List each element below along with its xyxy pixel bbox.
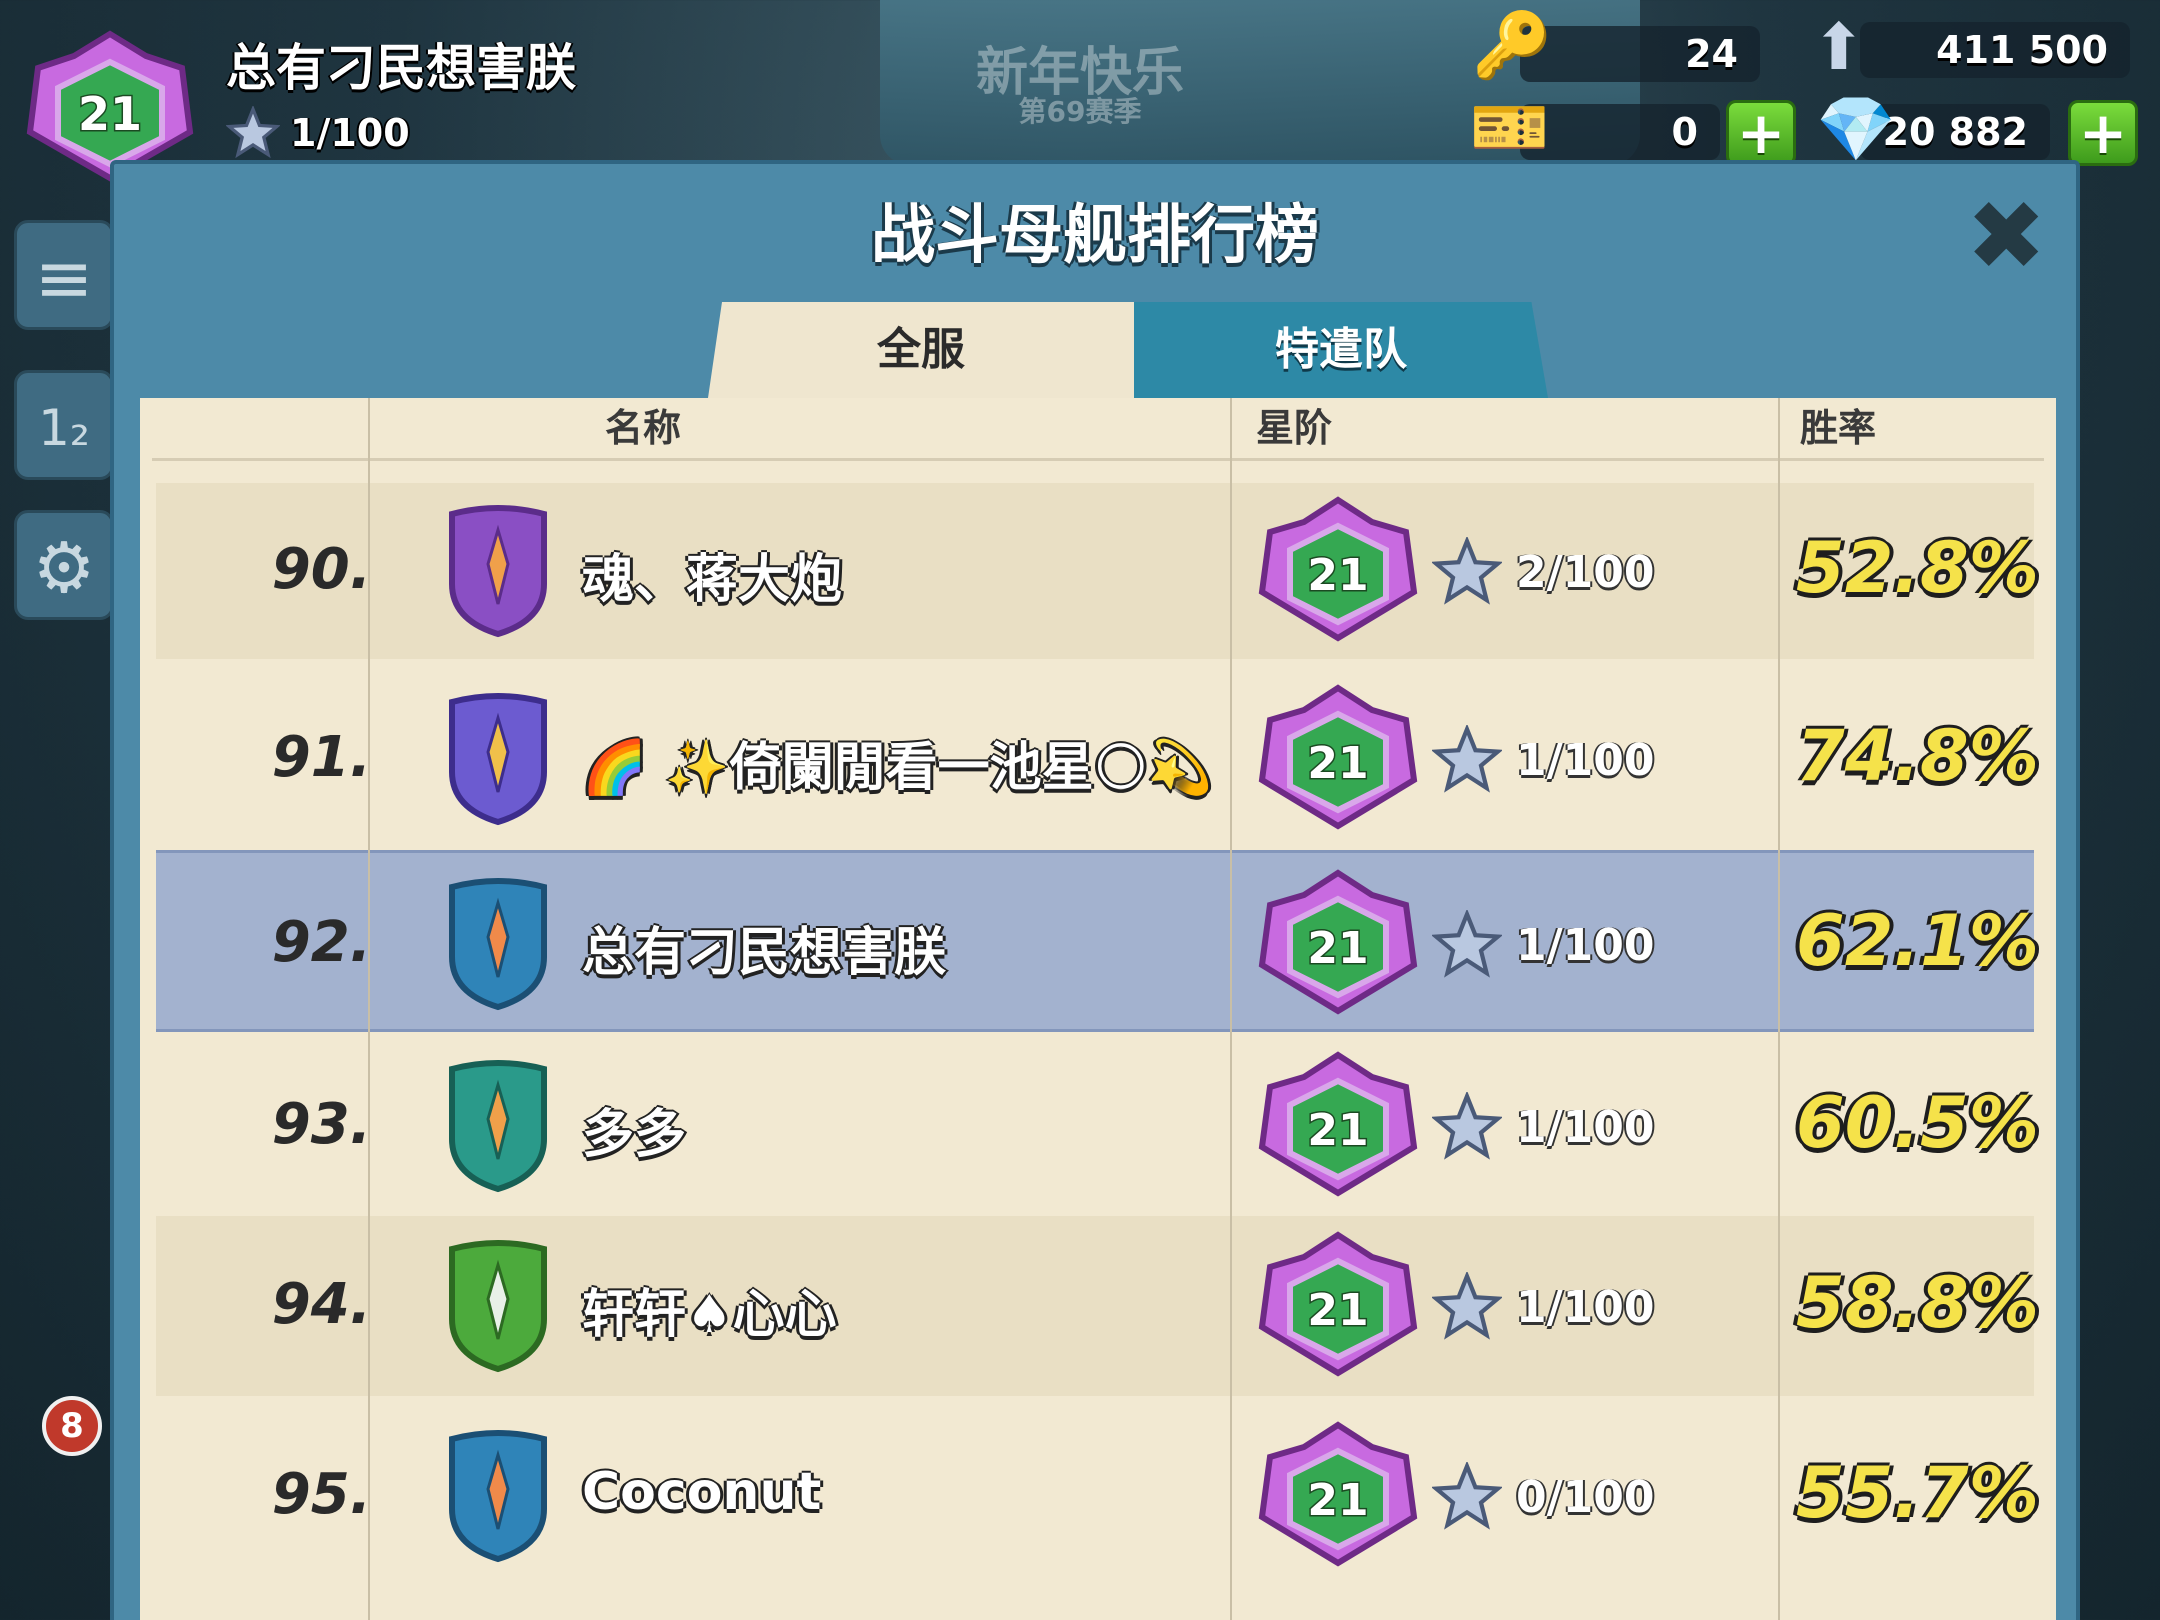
column-divider <box>368 398 370 1620</box>
star-progress: 1/100 <box>1432 1092 1655 1162</box>
star-progress: 1/100 <box>1432 1272 1655 1342</box>
column-header-tier: 星阶 <box>1256 406 1333 450</box>
sword-shield-icon <box>449 1430 547 1563</box>
star-icon <box>1432 1092 1502 1160</box>
fist-lightning-shield-icon <box>449 693 547 826</box>
star-progress-text: 0/100 <box>1516 1471 1655 1523</box>
ticket-icon: 🎫 <box>1470 91 1550 165</box>
level-text: 21 <box>1307 1285 1368 1336</box>
sword-shield-icon <box>449 878 547 1011</box>
column-header-name: 名称 <box>605 406 682 450</box>
star-icon <box>1432 725 1502 793</box>
table-row[interactable]: 90. 魂、蒋大炮 21 2/100 52.8% <box>156 483 2039 659</box>
chevron-stripes-shield-icon <box>449 1060 547 1193</box>
column-divider <box>1778 398 1780 1620</box>
win-rate: 74.8% <box>1796 715 2039 797</box>
level-gem-icon: 21 <box>1258 869 1418 1015</box>
win-rate: 52.8% <box>1796 527 2039 609</box>
intel-icon: ⬆ <box>1812 11 1866 85</box>
star-progress: 1/100 <box>1432 725 1655 795</box>
table-row[interactable]: 95. Coconut 21 0/100 55.7% <box>156 1408 2039 1584</box>
player-stars: 1/100 <box>226 106 410 160</box>
wolf-shield-icon <box>449 505 547 638</box>
win-rate: 55.7% <box>1796 1452 2039 1534</box>
rank-number: 95. <box>271 1462 371 1527</box>
player-name: 总有刁民想害朕 <box>582 923 947 983</box>
tab-task-force[interactable]: 特遣队 <box>1134 302 1548 398</box>
level-gem-icon: 21 <box>1258 496 1418 642</box>
star-progress: 0/100 <box>1432 1462 1655 1532</box>
modal-title: 战斗母舰排行榜 <box>871 199 1319 273</box>
key-icon: 🔑 <box>1472 9 1552 83</box>
player-name: 总有刁民想害朕 <box>226 39 576 97</box>
gear-icon: ⚙ <box>32 527 96 609</box>
win-rate: 60.5% <box>1796 1082 2039 1164</box>
table-row[interactable]: 94. 轩轩♠心心 21 1/100 58.8% <box>156 1216 2039 1396</box>
win-rate: 58.8% <box>1796 1262 2039 1344</box>
keys-counter: 24 <box>1520 26 1760 82</box>
player-name: 魂、蒋大炮 <box>582 550 843 610</box>
table-row[interactable]: 91. 🌈 ✨倚闌閒看一池星🌕💫 21 1/100 74.8% <box>156 671 2039 847</box>
notification-badge: 8 <box>42 1396 102 1456</box>
close-icon: ✖ <box>1966 180 2047 292</box>
chevron-stars-shield-icon <box>449 1240 547 1373</box>
column-header-win-rate: 胜率 <box>1800 406 1877 450</box>
level-text: 21 <box>1307 1475 1368 1526</box>
player-level-text: 21 <box>78 87 142 141</box>
star-icon <box>1432 537 1502 605</box>
menu-button[interactable]: ≡ <box>14 220 114 330</box>
close-button[interactable]: ✖ <box>1966 188 2046 284</box>
star-icon <box>1432 1272 1502 1340</box>
level-text: 21 <box>1307 550 1368 601</box>
rank-number: 94. <box>271 1272 371 1337</box>
column-divider <box>1230 398 1232 1620</box>
leaderboard-table: 名称 星阶 胜率 90. 魂、蒋大炮 21 2/100 52.8% 91. 🌈 ✨倚闌閒看一… <box>140 398 2056 1620</box>
star-progress-text: 1/100 <box>1516 1101 1655 1153</box>
add-gems-button[interactable]: + <box>2068 100 2138 166</box>
player-name: 轩轩♠心心 <box>582 1285 837 1345</box>
tab-global[interactable]: 全服 <box>708 302 1134 398</box>
level-text: 21 <box>1307 738 1368 789</box>
level-gem-icon: 21 <box>1258 684 1418 830</box>
event-banner-season: 第69赛季 <box>1018 95 1142 128</box>
star-icon <box>1432 910 1502 978</box>
rank-number: 90. <box>271 537 371 602</box>
menu-icon: ≡ <box>34 237 94 319</box>
player-name: 多多 <box>582 1105 687 1165</box>
star-progress: 1/100 <box>1432 910 1655 980</box>
table-row[interactable]: 93. 多多 21 1/100 60.5% <box>156 1038 2039 1214</box>
intel-counter: 411 500 <box>1860 22 2130 78</box>
star-progress-text: 2/100 <box>1516 546 1655 598</box>
player-stars-text: 1/100 <box>290 111 410 155</box>
add-tickets-button[interactable]: + <box>1726 100 1796 166</box>
player-name: 🌈 ✨倚闌閒看一池星🌕💫 <box>582 738 1213 798</box>
level-gem-icon: 21 <box>1258 1231 1418 1377</box>
win-rate: 62.1% <box>1796 900 2039 982</box>
rank-number: 91. <box>271 725 371 790</box>
gem-icon: 💎 <box>1816 93 1896 167</box>
level-gem-icon: 21 <box>1258 1051 1418 1197</box>
level-text: 21 <box>1307 1105 1368 1156</box>
table-row-current-player[interactable]: 92. 总有刁民想害朕 21 1/100 62.1% <box>156 850 2039 1032</box>
level-gem-icon: 21 <box>1258 1421 1418 1567</box>
star-progress-text: 1/100 <box>1516 734 1655 786</box>
podium-icon: 1₂ <box>38 399 90 457</box>
rank-number: 93. <box>271 1092 371 1157</box>
star-progress: 2/100 <box>1432 537 1655 607</box>
leaderboard-button[interactable]: 1₂ <box>14 370 114 480</box>
tickets-counter: 0 <box>1520 104 1720 160</box>
star-progress-text: 1/100 <box>1516 919 1655 971</box>
rank-number: 92. <box>271 910 371 975</box>
star-icon <box>226 106 280 159</box>
player-name: Coconut <box>582 1462 822 1522</box>
level-text: 21 <box>1307 923 1368 974</box>
star-progress-text: 1/100 <box>1516 1281 1655 1333</box>
settings-button[interactable]: ⚙ <box>14 510 114 620</box>
header-divider <box>152 458 2044 461</box>
leaderboard-modal: 战斗母舰排行榜 ✖ 全服 特遣队 名称 星阶 胜率 90. 魂、蒋大炮 21 2/10… <box>110 160 2080 1620</box>
star-icon <box>1432 1462 1502 1530</box>
